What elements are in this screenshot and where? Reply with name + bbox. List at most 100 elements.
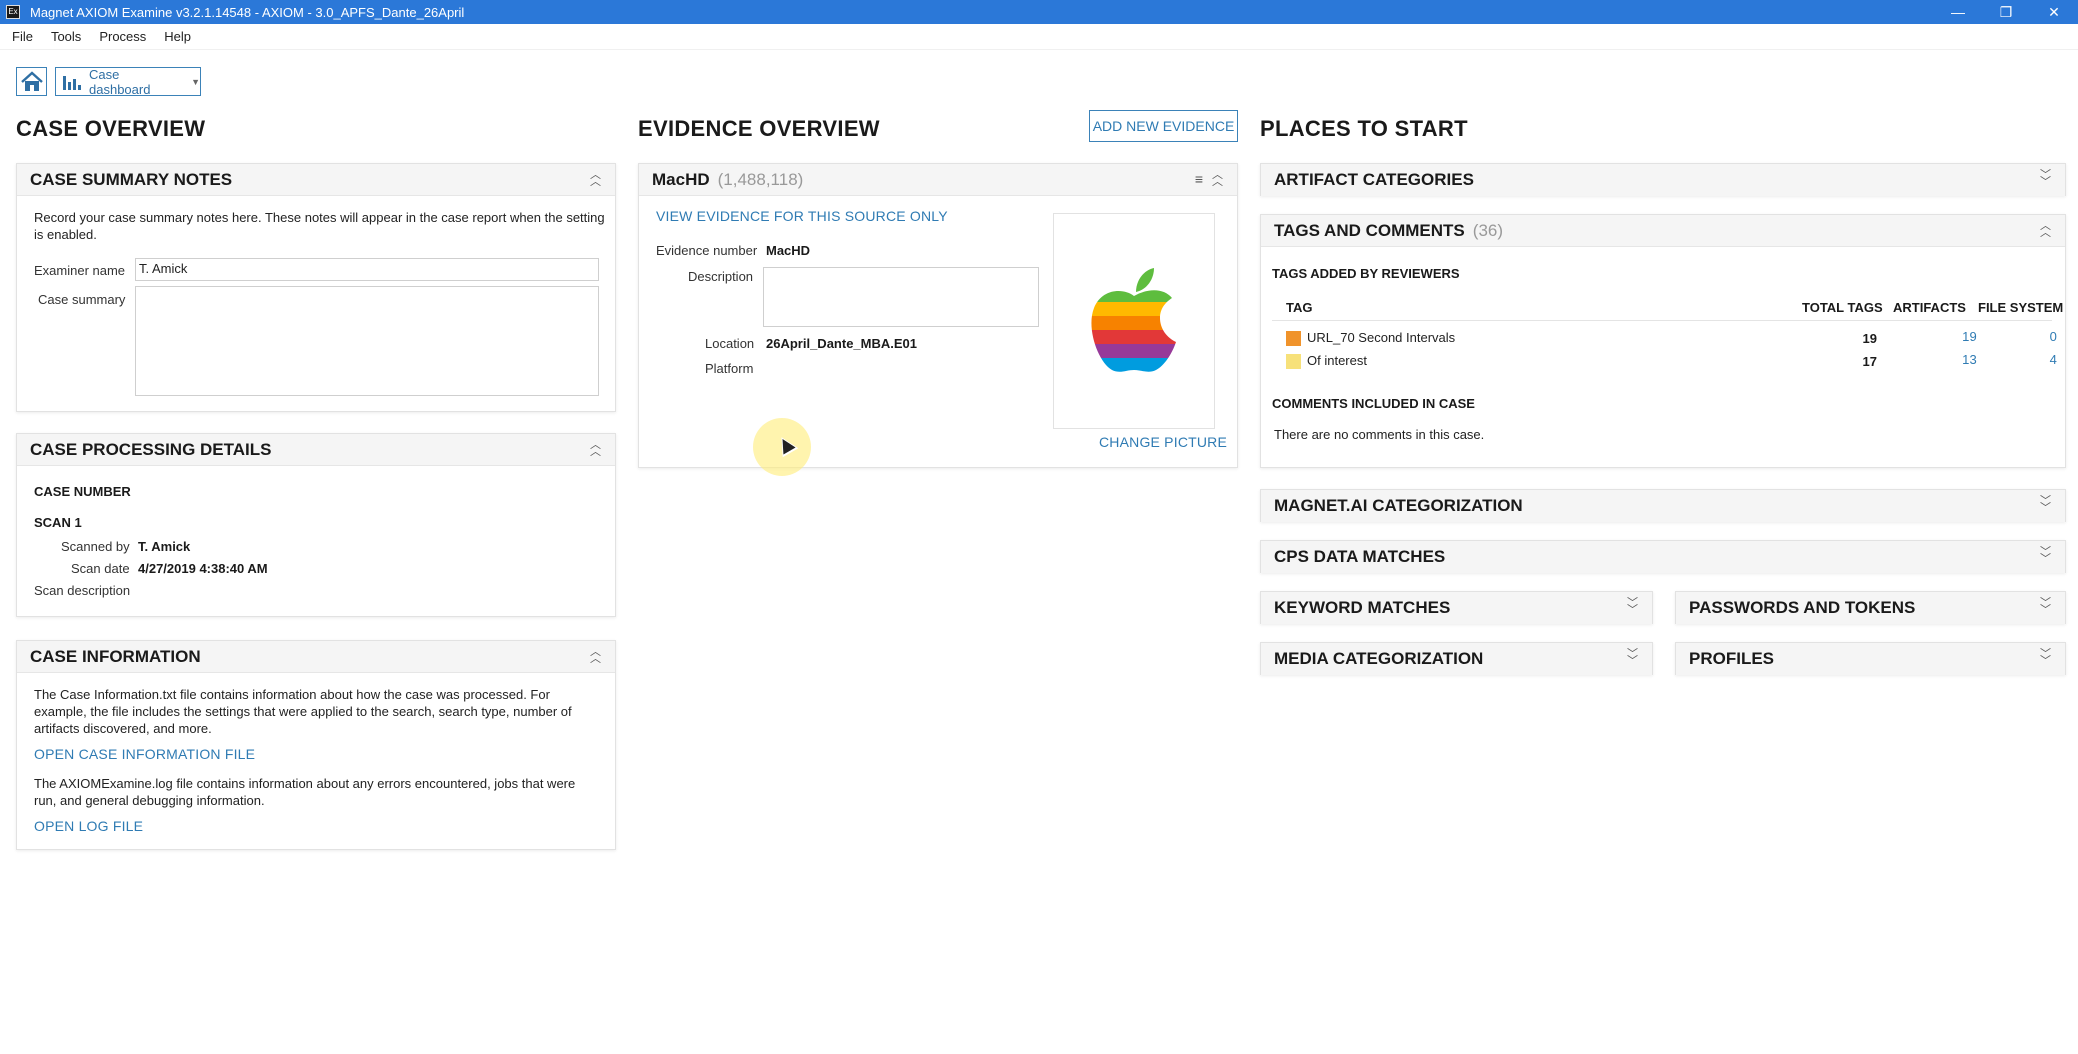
tag-file-system-link[interactable]: 4 xyxy=(2001,352,2057,367)
evidence-number-label: Evidence number xyxy=(656,243,758,258)
title-bar: Ex Magnet AXIOM Examine v3.2.1.14548 - A… xyxy=(0,0,2078,24)
close-button[interactable]: ✕ xyxy=(2030,0,2078,24)
examiner-name-label: Examiner name xyxy=(34,263,126,278)
collapse-icon[interactable]: ︿ ︿ xyxy=(1212,170,1223,188)
column-artifacts: ARTIFACTS xyxy=(1893,300,1966,315)
home-button[interactable] xyxy=(16,67,47,96)
case-number-label: CASE NUMBER xyxy=(34,484,131,499)
cps-header[interactable]: CPS DATA MATCHES ﹀ ﹀ xyxy=(1261,541,2065,573)
menu-bar: File Tools Process Help xyxy=(0,24,2078,50)
panel-title: PASSWORDS AND TOKENS xyxy=(1689,598,1916,617)
magnet-ai-panel[interactable]: MAGNET.AI CATEGORIZATION ﹀ ﹀ xyxy=(1260,489,2066,522)
evidence-number-value: MacHD xyxy=(766,243,811,258)
panel-title: PROFILES xyxy=(1689,649,1775,668)
collapse-icon[interactable]: ︿ ︿ xyxy=(2040,221,2051,239)
artifact-categories-header[interactable]: ARTIFACT CATEGORIES ﹀ ﹀ xyxy=(1261,164,2065,196)
column-file-system: FILE SYSTEM xyxy=(1978,300,2064,315)
collapse-icon[interactable]: ︿ ︿ xyxy=(590,440,601,458)
tag-name: Of interest xyxy=(1307,353,1367,368)
source-count: (1,488,118) xyxy=(717,169,804,189)
tag-name: URL_70 Second Intervals xyxy=(1307,330,1456,345)
collapse-icon[interactable]: ︿ ︿ xyxy=(590,170,601,188)
column-tag: TAG xyxy=(1286,300,1313,315)
collapse-icon[interactable]: ︿ ︿ xyxy=(590,647,601,665)
location-value: 26April_Dante_MBA.E01 xyxy=(766,336,917,351)
expand-icon[interactable]: ﹀ ﹀ xyxy=(2040,170,2051,188)
passwords-header[interactable]: PASSWORDS AND TOKENS ﹀ ﹀ xyxy=(1676,592,2065,624)
expand-icon[interactable]: ﹀ ﹀ xyxy=(2040,649,2051,667)
tag-file-system-link[interactable]: 0 xyxy=(2001,329,2057,344)
tags-comments-panel: TAGS AND COMMENTS (36) ︿ ︿ TAGS ADDED BY … xyxy=(1260,214,2066,468)
view-selector-dropdown[interactable]: Case dashboard ▼ xyxy=(55,66,201,97)
view-selector-label: Case dashboard xyxy=(89,66,151,97)
menu-help[interactable]: Help xyxy=(158,29,197,44)
view-evidence-source-link[interactable]: VIEW EVIDENCE FOR THIS SOURCE ONLY xyxy=(656,208,948,224)
scan-label: SCAN 1 xyxy=(34,515,82,530)
evidence-source-header[interactable]: MacHD (1,488,118) ≡ ︿ ︿ xyxy=(639,164,1237,196)
scanned-by-label: Scanned by xyxy=(61,539,130,554)
panel-title: KEYWORD MATCHES xyxy=(1274,598,1451,617)
expand-icon[interactable]: ﹀ ﹀ xyxy=(2040,598,2051,616)
profiles-header[interactable]: PROFILES ﹀ ﹀ xyxy=(1676,643,2065,675)
chevron-down-icon: ▼ xyxy=(191,76,200,87)
home-icon xyxy=(20,70,43,91)
tag-artifacts-link[interactable]: 19 xyxy=(1921,329,1977,344)
magnet-ai-header[interactable]: MAGNET.AI CATEGORIZATION ﹀ ﹀ xyxy=(1261,490,2065,522)
case-information-panel: CASE INFORMATION ︿ ︿ The Case Information… xyxy=(16,640,616,850)
apple-logo-icon xyxy=(1091,268,1177,372)
window-controls: — ❐ ✕ xyxy=(1934,0,2078,24)
tag-total: 17 xyxy=(1862,354,1877,369)
panel-title: ARTIFACT CATEGORIES xyxy=(1274,170,1474,189)
tag-total: 19 xyxy=(1862,331,1877,346)
scan-date-label: Scan date xyxy=(71,561,130,576)
tag-artifacts-link[interactable]: 13 xyxy=(1921,352,1977,367)
artifact-categories-panel[interactable]: ARTIFACT CATEGORIES ﹀ ﹀ xyxy=(1260,163,2066,196)
table-divider xyxy=(1272,320,2052,321)
examiner-name-input[interactable]: T. Amick xyxy=(135,258,599,281)
hamburger-menu-icon[interactable]: ≡ xyxy=(1195,171,1203,187)
description-label: Description xyxy=(688,269,754,284)
scan-date-value: 4/27/2019 4:38:40 AM xyxy=(138,561,268,576)
minimize-button[interactable]: — xyxy=(1934,0,1982,24)
evidence-overview-title: EVIDENCE OVERVIEW xyxy=(638,116,880,141)
tags-comments-header[interactable]: TAGS AND COMMENTS (36) ︿ ︿ xyxy=(1261,215,2065,247)
expand-icon[interactable]: ﹀ ﹀ xyxy=(1627,649,1638,667)
passwords-tokens-panel[interactable]: PASSWORDS AND TOKENS ﹀ ﹀ xyxy=(1675,591,2066,624)
tags-count: (36) xyxy=(1472,220,1504,240)
places-to-start-title: PLACES TO START xyxy=(1260,116,1468,141)
tags-added-label: TAGS ADDED BY REVIEWERS xyxy=(1272,266,1460,281)
comments-empty-text: There are no comments in this case. xyxy=(1274,427,1485,442)
case-information-header[interactable]: CASE INFORMATION ︿ ︿ xyxy=(17,641,615,673)
menu-tools[interactable]: Tools xyxy=(45,29,87,44)
case-summary-notes-header[interactable]: CASE SUMMARY NOTES ︿ ︿ xyxy=(17,164,615,196)
comments-label: COMMENTS INCLUDED IN CASE xyxy=(1272,396,1475,411)
restore-button[interactable]: ❐ xyxy=(1982,0,2030,24)
platform-label: Platform xyxy=(705,361,754,376)
open-log-file-link[interactable]: OPEN LOG FILE xyxy=(34,818,143,834)
source-name: MacHD xyxy=(652,169,710,189)
menu-process[interactable]: Process xyxy=(93,29,152,44)
cps-data-matches-panel[interactable]: CPS DATA MATCHES ﹀ ﹀ xyxy=(1260,540,2066,573)
panel-title: CASE INFORMATION xyxy=(30,646,201,666)
expand-icon[interactable]: ﹀ ﹀ xyxy=(2040,547,2051,565)
case-overview-title: CASE OVERVIEW xyxy=(16,116,206,141)
panel-title: CPS DATA MATCHES xyxy=(1274,547,1446,566)
menu-file[interactable]: File xyxy=(6,29,39,44)
case-summary-label: Case summary xyxy=(38,292,126,307)
add-new-evidence-button[interactable]: ADD NEW EVIDENCE xyxy=(1089,110,1238,142)
dashboard-chart-icon xyxy=(63,74,81,90)
media-categorization-panel[interactable]: MEDIA CATEGORIZATION ﹀ ﹀ xyxy=(1260,642,1653,675)
expand-icon[interactable]: ﹀ ﹀ xyxy=(1627,598,1638,616)
scanned-by-value: T. Amick xyxy=(138,539,191,554)
case-processing-header[interactable]: CASE PROCESSING DETAILS ︿ ︿ xyxy=(17,434,615,466)
case-summary-textarea[interactable] xyxy=(135,286,599,396)
evidence-description-input[interactable] xyxy=(763,267,1039,327)
keyword-matches-panel[interactable]: KEYWORD MATCHES ﹀ ﹀ xyxy=(1260,591,1653,624)
media-header[interactable]: MEDIA CATEGORIZATION ﹀ ﹀ xyxy=(1261,643,1652,675)
open-case-information-link[interactable]: OPEN CASE INFORMATION FILE xyxy=(34,746,255,762)
keyword-header[interactable]: KEYWORD MATCHES ﹀ ﹀ xyxy=(1261,592,1652,624)
change-picture-link[interactable]: CHANGE PICTURE xyxy=(1099,434,1227,450)
expand-icon[interactable]: ﹀ ﹀ xyxy=(2040,496,2051,514)
profiles-panel[interactable]: PROFILES ﹀ ﹀ xyxy=(1675,642,2066,675)
column-total-tags: TOTAL TAGS xyxy=(1802,300,1883,315)
